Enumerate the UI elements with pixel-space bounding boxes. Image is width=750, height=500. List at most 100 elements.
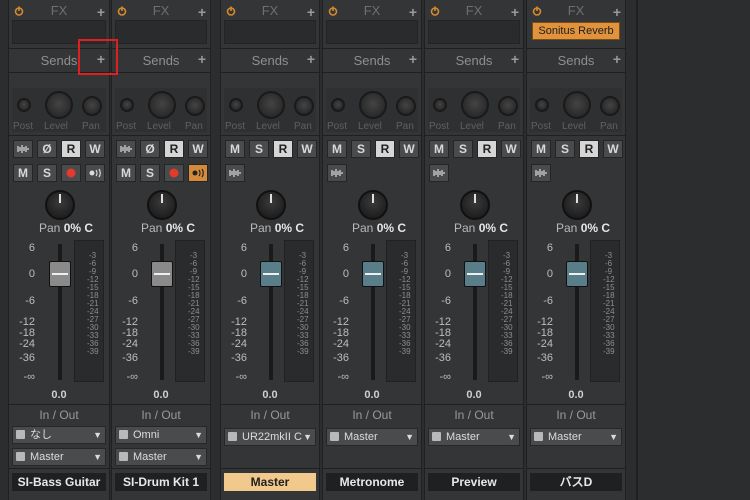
pan-knob[interactable] [358, 190, 388, 220]
write-button[interactable]: W [501, 140, 521, 158]
output-select[interactable]: Master ▼ [326, 428, 418, 446]
input-select[interactable]: なし ▼ [12, 426, 106, 444]
sends-label: Sends [557, 53, 595, 68]
read-button[interactable]: R [61, 140, 81, 158]
send-pan-knob[interactable] [498, 96, 518, 116]
volume-fader[interactable] [464, 261, 486, 287]
send-level-knob[interactable] [45, 91, 73, 119]
fx-slot[interactable] [428, 20, 520, 44]
send-pan-knob[interactable] [600, 96, 620, 116]
post-toggle[interactable] [433, 98, 447, 112]
read-button[interactable]: R [375, 140, 395, 158]
volume-fader[interactable] [49, 261, 71, 287]
pan-knob[interactable] [562, 190, 592, 220]
track-name[interactable]: Preview [428, 473, 520, 491]
mute-button[interactable]: M [116, 164, 136, 182]
send-pan-knob[interactable] [294, 96, 314, 116]
solo-button[interactable]: S [453, 140, 473, 158]
add-fx-button[interactable]: + [409, 5, 417, 19]
phase-button[interactable]: Ø [140, 140, 160, 158]
volume-fader[interactable] [566, 261, 588, 287]
pan-knob[interactable] [147, 190, 177, 220]
send-level-knob[interactable] [359, 91, 387, 119]
output-select[interactable]: UR22mkII C ▼ [224, 428, 316, 446]
input-select[interactable]: Omni ▼ [115, 426, 207, 444]
add-fx-button[interactable]: + [307, 5, 315, 19]
record-arm-button[interactable] [61, 164, 81, 182]
output-select[interactable]: Master ▼ [428, 428, 520, 446]
post-toggle[interactable] [331, 98, 345, 112]
pan-knob[interactable] [460, 190, 490, 220]
mute-button[interactable]: M [429, 140, 449, 158]
fx-slot[interactable] [326, 20, 418, 44]
post-toggle[interactable] [120, 98, 134, 112]
monitor-button[interactable] [85, 164, 105, 182]
send-level-knob[interactable] [461, 91, 489, 119]
post-toggle[interactable] [535, 98, 549, 112]
add-send-button[interactable]: + [198, 52, 206, 66]
input-monitor-button[interactable] [327, 164, 347, 182]
add-fx-button[interactable]: + [511, 5, 519, 19]
write-button[interactable]: W [297, 140, 317, 158]
add-fx-button[interactable]: + [97, 5, 105, 19]
input-monitor-button[interactable] [225, 164, 245, 182]
send-pan-knob[interactable] [82, 96, 102, 116]
monitor-button[interactable] [188, 164, 208, 182]
track-name[interactable]: バスD [530, 473, 622, 491]
solo-button[interactable]: S [140, 164, 160, 182]
fx-slot[interactable] [224, 20, 316, 44]
volume-fader[interactable] [260, 261, 282, 287]
channel-strip: FX + Sends + Post Level Pan M S R W Pan … [322, 0, 422, 500]
post-toggle[interactable] [17, 98, 31, 112]
send-level-knob[interactable] [563, 91, 591, 119]
send-pan-knob[interactable] [396, 96, 416, 116]
solo-button[interactable]: S [351, 140, 371, 158]
read-button[interactable]: R [164, 140, 184, 158]
write-button[interactable]: W [603, 140, 623, 158]
mute-button[interactable]: M [531, 140, 551, 158]
fx-slot[interactable] [115, 20, 207, 44]
volume-fader[interactable] [151, 261, 173, 287]
mute-button[interactable]: M [327, 140, 347, 158]
track-name[interactable]: Metronome [326, 473, 418, 491]
pan-knob[interactable] [256, 190, 286, 220]
output-select[interactable]: Master ▼ [12, 448, 106, 466]
send-level-knob[interactable] [148, 91, 176, 119]
add-fx-button[interactable]: + [613, 5, 621, 19]
track-name[interactable]: SI-Drum Kit 1 [115, 473, 207, 491]
solo-button[interactable]: S [37, 164, 57, 182]
write-button[interactable]: W [399, 140, 419, 158]
volume-value: 0.0 [262, 389, 278, 401]
add-fx-button[interactable]: + [198, 5, 206, 19]
output-select[interactable]: Master ▼ [115, 448, 207, 466]
add-send-button[interactable]: + [613, 52, 621, 66]
send-pan-knob[interactable] [185, 96, 205, 116]
input-monitor-button[interactable] [116, 140, 136, 158]
add-send-button[interactable]: + [409, 52, 417, 66]
add-send-button[interactable]: + [511, 52, 519, 66]
read-button[interactable]: R [273, 140, 293, 158]
output-select[interactable]: Master ▼ [530, 428, 622, 446]
fx-plugin-sonitus-reverb[interactable]: Sonitus Reverb [532, 22, 620, 40]
record-arm-button[interactable] [164, 164, 184, 182]
read-button[interactable]: R [477, 140, 497, 158]
track-name[interactable]: Master [224, 473, 316, 491]
post-toggle[interactable] [229, 98, 243, 112]
mute-button[interactable]: M [13, 164, 33, 182]
read-button[interactable]: R [579, 140, 599, 158]
solo-button[interactable]: S [555, 140, 575, 158]
write-button[interactable]: W [188, 140, 208, 158]
input-monitor-button[interactable] [13, 140, 33, 158]
post-label: Post [429, 121, 450, 132]
mute-button[interactable]: M [225, 140, 245, 158]
input-monitor-button[interactable] [531, 164, 551, 182]
solo-button[interactable]: S [249, 140, 269, 158]
input-monitor-button[interactable] [429, 164, 449, 182]
phase-button[interactable]: Ø [37, 140, 57, 158]
send-level-knob[interactable] [257, 91, 285, 119]
write-button[interactable]: W [85, 140, 105, 158]
add-send-button[interactable]: + [307, 52, 315, 66]
pan-knob[interactable] [45, 190, 75, 220]
track-name[interactable]: SI-Bass Guitar [12, 473, 106, 491]
volume-fader[interactable] [362, 261, 384, 287]
